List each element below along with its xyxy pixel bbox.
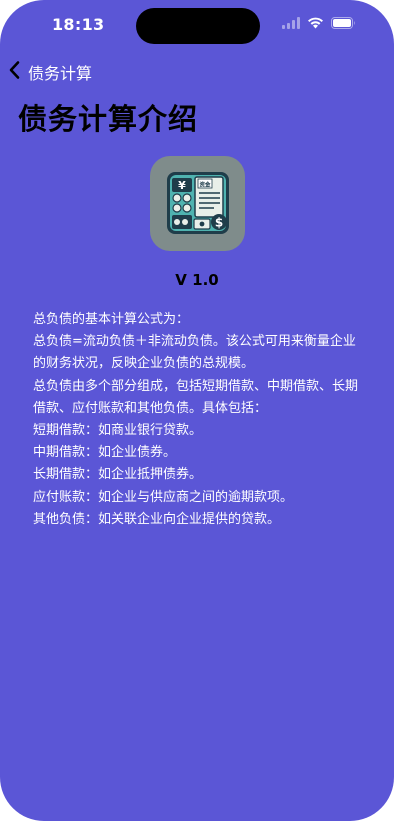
yen-symbol: ¥ bbox=[178, 179, 186, 192]
status-bar: 18:13 bbox=[0, 0, 394, 52]
dollar-symbol: $ bbox=[215, 216, 223, 230]
description-line: 总负债由多个部分组成，包括短期借款、中期借款、长期借款、应付账款和其他负债。具体… bbox=[33, 378, 359, 416]
battery-icon bbox=[331, 17, 356, 29]
description-line: 应付账款：如企业与供应商之间的逾期款项。 bbox=[33, 489, 294, 505]
wifi-icon bbox=[307, 17, 324, 29]
page-title: 债务计算介绍 bbox=[18, 102, 199, 136]
app-version: V 1.0 bbox=[175, 271, 219, 289]
cellular-signal-icon bbox=[282, 17, 300, 29]
chevron-left-icon bbox=[8, 60, 22, 84]
status-icons bbox=[282, 17, 356, 29]
description-line: 总负债=流动负债＋非流动负债。该公式可用来衡量企业的财务状况，反映企业负债的总规… bbox=[33, 334, 356, 372]
icon-badge-text: 资金 bbox=[199, 181, 211, 189]
app-screen: 18:13 债务计算 债务计算介绍 ¥ 资金 $ V 1.0 总负债的基本计算公… bbox=[0, 0, 394, 821]
description-line: 其他负债：如关联企业向企业提供的贷款。 bbox=[33, 511, 281, 527]
dynamic-island bbox=[136, 8, 260, 44]
description-line: 长期借款：如企业抵押债券。 bbox=[33, 467, 203, 483]
description-text: 总负债的基本计算公式为： 总负债=流动负债＋非流动负债。该公式可用来衡量企业的财… bbox=[33, 309, 363, 531]
description-line: 短期借款：如商业银行贷款。 bbox=[33, 423, 203, 439]
back-button[interactable]: 债务计算 bbox=[8, 58, 92, 86]
status-time: 18:13 bbox=[52, 15, 105, 34]
back-label: 债务计算 bbox=[28, 64, 93, 83]
description-line: 中期借款：如企业债券。 bbox=[33, 445, 177, 461]
description-line: 总负债的基本计算公式为： bbox=[33, 312, 190, 327]
app-logo: ¥ 资金 $ bbox=[150, 156, 245, 251]
